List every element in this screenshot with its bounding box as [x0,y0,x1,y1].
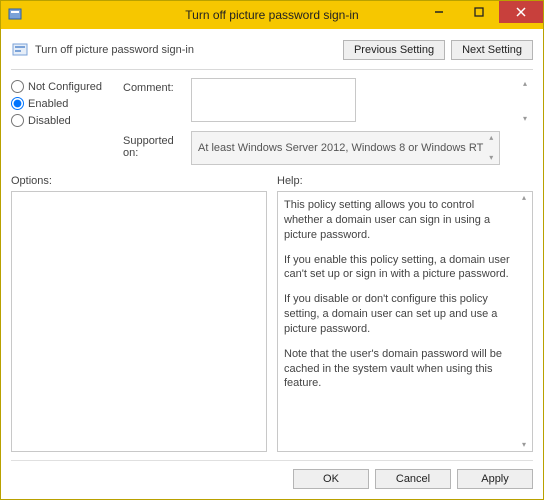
chevron-up-icon: ▴ [485,134,497,142]
lower-section: Options: Help: This policy setting allow… [11,175,533,452]
titlebar: Turn off picture password sign-in [1,1,543,29]
right-config: Comment: ▴ ▾ Supported on: At least Wind… [123,78,533,165]
window-controls [419,1,543,29]
chevron-up-icon: ▴ [518,194,530,202]
help-paragraph: If you enable this policy setting, a dom… [284,253,516,283]
chevron-down-icon: ▾ [518,441,530,449]
minimize-icon [434,7,444,17]
radio-disabled[interactable]: Disabled [11,114,123,127]
help-box: This policy setting allows you to contro… [277,191,533,452]
window-root: Turn off picture password sign-in Turn o… [0,0,544,500]
comment-scroll: ▴ ▾ [519,80,531,123]
options-box [11,191,267,452]
help-label: Help: [277,175,533,187]
maximize-button[interactable] [459,1,499,23]
content-area: Turn off picture password sign-in Previo… [1,29,543,499]
config-row: Not Configured Enabled Disabled Comment: [11,78,533,165]
radio-not-configured[interactable]: Not Configured [11,80,123,93]
radio-enabled-label: Enabled [28,98,68,110]
supported-row: Supported on: At least Windows Server 20… [123,131,533,165]
policy-icon [11,41,29,59]
radio-enabled[interactable]: Enabled [11,97,123,110]
ok-button[interactable]: OK [293,469,369,489]
minimize-button[interactable] [419,1,459,23]
supported-scroll: ▴ ▾ [485,134,497,162]
radio-disabled-input[interactable] [11,114,24,127]
comment-textarea[interactable] [191,78,356,122]
app-icon [7,7,23,23]
help-paragraph: If you disable or don't configure this p… [284,292,516,337]
supported-label: Supported on: [123,131,191,159]
close-button[interactable] [499,1,543,23]
help-column: Help: This policy setting allows you to … [277,175,533,452]
radio-not-configured-label: Not Configured [28,81,102,93]
radio-enabled-input[interactable] [11,97,24,110]
next-setting-button[interactable]: Next Setting [451,40,533,60]
help-scroll: ▴ ▾ [518,194,530,449]
nav-buttons: Previous Setting Next Setting [343,40,533,60]
previous-setting-button[interactable]: Previous Setting [343,40,445,60]
chevron-down-icon: ▾ [519,115,531,123]
help-paragraph: Note that the user's domain password wil… [284,347,516,392]
footer-buttons: OK Cancel Apply [11,460,533,489]
options-label: Options: [11,175,267,187]
state-radios: Not Configured Enabled Disabled [11,78,123,165]
divider-1 [11,69,533,70]
chevron-down-icon: ▾ [485,154,497,162]
policy-name: Turn off picture password sign-in [35,44,194,56]
options-column: Options: [11,175,267,452]
header-row: Turn off picture password sign-in Previo… [11,35,533,65]
close-icon [516,7,526,17]
radio-disabled-label: Disabled [28,115,71,127]
maximize-icon [474,7,484,17]
cancel-button[interactable]: Cancel [375,469,451,489]
radio-not-configured-input[interactable] [11,80,24,93]
chevron-up-icon: ▴ [519,80,531,88]
help-paragraph: This policy setting allows you to contro… [284,198,516,243]
apply-button[interactable]: Apply [457,469,533,489]
supported-value: At least Windows Server 2012, Windows 8 … [198,142,483,154]
comment-label: Comment: [123,78,191,94]
supported-value-box: At least Windows Server 2012, Windows 8 … [191,131,500,165]
comment-row: Comment: ▴ ▾ [123,78,533,125]
